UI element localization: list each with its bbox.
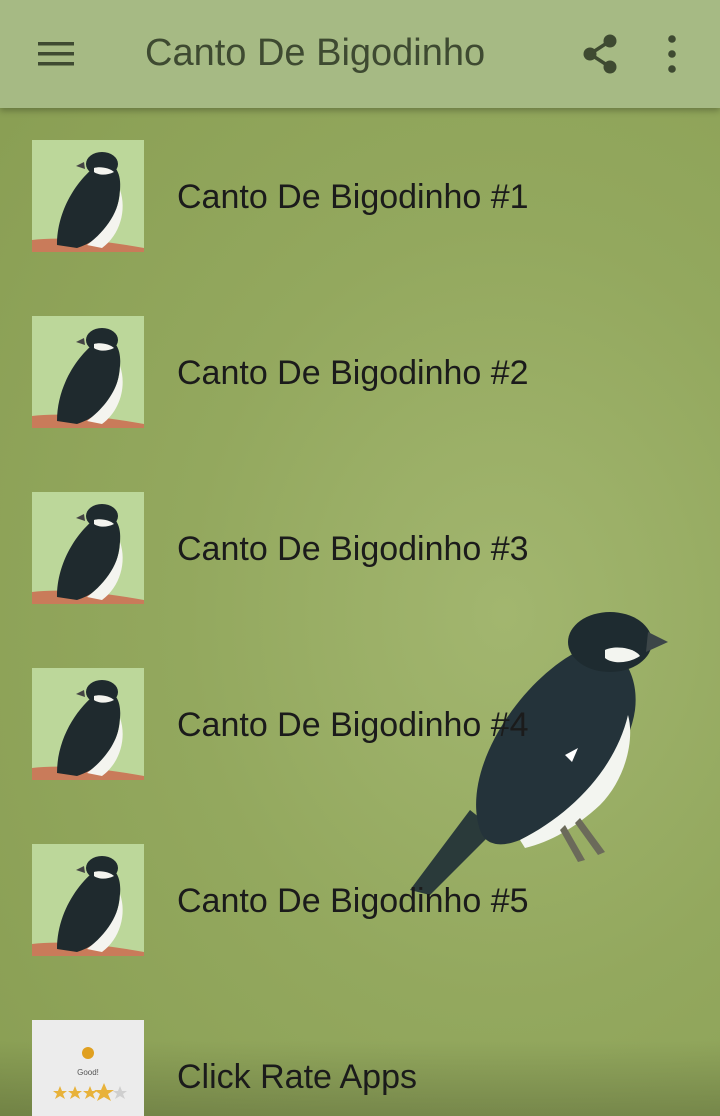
app-toolbar: Canto De Bigodinho xyxy=(0,0,720,108)
rate-apps-icon: Good! xyxy=(32,1020,144,1116)
item-label: Click Rate Apps xyxy=(177,1058,417,1096)
item-label: Canto De Bigodinho #1 xyxy=(177,178,529,216)
bird-thumbnail xyxy=(32,140,144,252)
page-title: Canto De Bigodinho xyxy=(145,32,486,74)
item-label: Canto De Bigodinho #4 xyxy=(177,706,529,744)
share-button[interactable] xyxy=(570,24,630,84)
more-vert-icon xyxy=(668,35,676,73)
rate-badge-text: Good! xyxy=(77,1068,99,1077)
list-item[interactable]: Canto De Bigodinho #3 xyxy=(0,460,720,636)
list-item[interactable]: Canto De Bigodinho #4 xyxy=(0,636,720,812)
more-options-button[interactable] xyxy=(642,24,702,84)
item-label: Canto De Bigodinho #5 xyxy=(177,882,529,920)
list-item[interactable]: Canto De Bigodinho #2 xyxy=(0,284,720,460)
menu-button[interactable] xyxy=(26,24,86,84)
bird-thumbnail xyxy=(32,844,144,956)
rate-apps-item[interactable]: Good! Click Rate Apps xyxy=(0,988,720,1116)
item-label: Canto De Bigodinho #3 xyxy=(177,530,529,568)
list-item[interactable]: Canto De Bigodinho #1 xyxy=(0,108,720,284)
app-screen: Canto De Bigodinho Canto De Bigodinho #1… xyxy=(0,0,720,1116)
bird-thumbnail xyxy=(32,492,144,604)
bird-thumbnail xyxy=(32,316,144,428)
item-label: Canto De Bigodinho #2 xyxy=(177,354,529,392)
bird-thumbnail xyxy=(32,668,144,780)
hamburger-menu-icon xyxy=(38,42,74,66)
share-icon xyxy=(583,34,617,74)
list-item[interactable]: Canto De Bigodinho #5 xyxy=(0,812,720,988)
